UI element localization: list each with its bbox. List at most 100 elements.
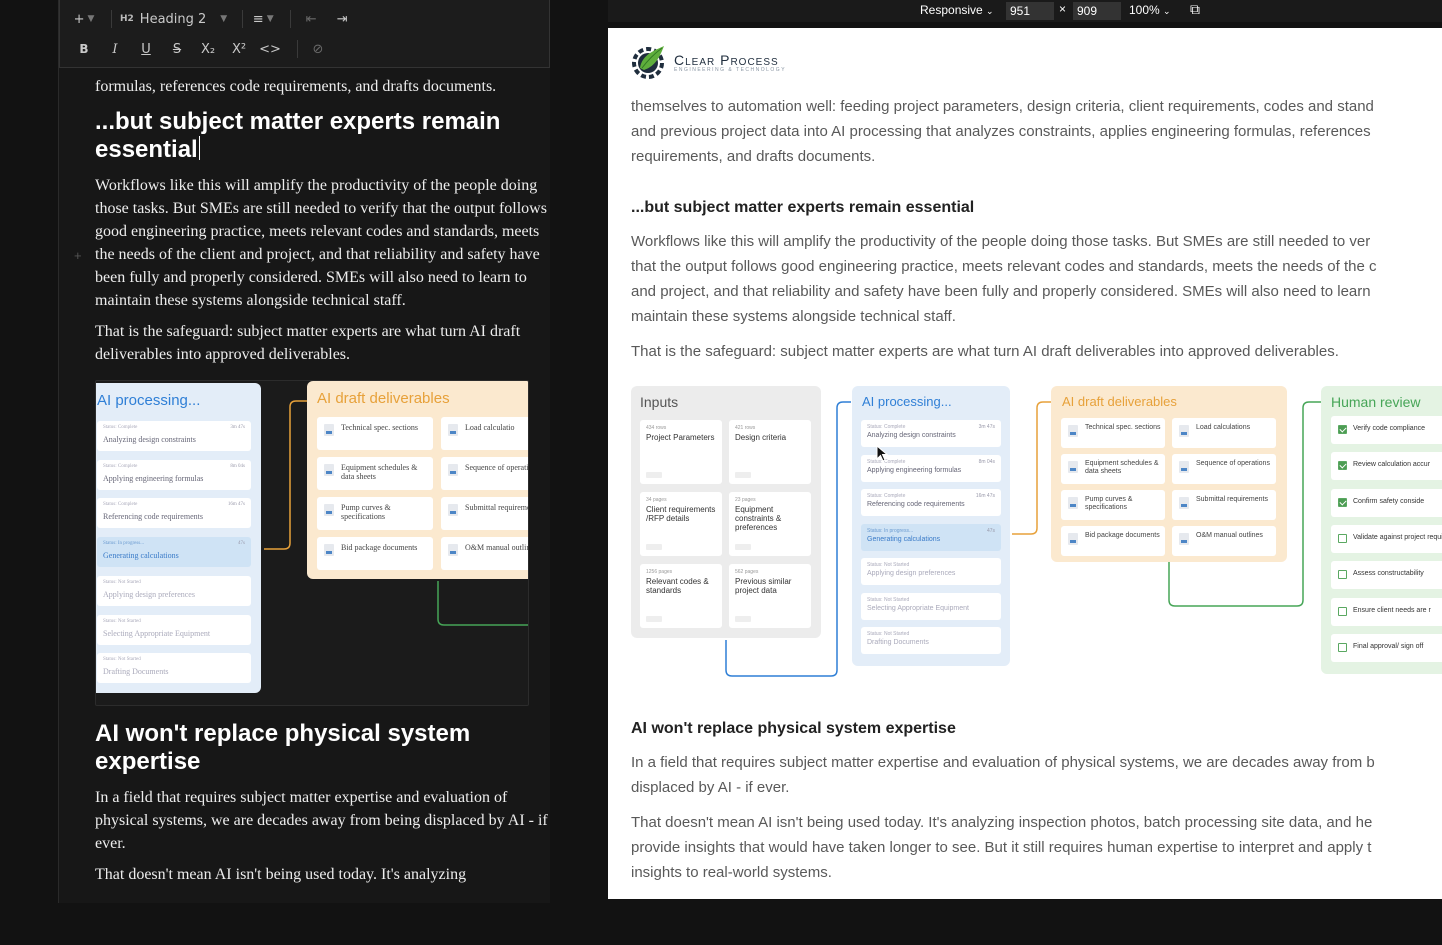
zoom-label: 100% <box>1129 3 1160 17</box>
input-size: 1256 pages <box>646 569 673 575</box>
strikethrough-button[interactable]: S <box>165 37 189 61</box>
deliverable-card[interactable]: Load calculatio <box>441 417 528 450</box>
diagram-image-editor[interactable]: AI processing... Status: Complete Analyzin… <box>95 380 529 706</box>
outdent-icon: ⇤ <box>305 11 317 27</box>
viewport-width-input[interactable]: 951 <box>1006 2 1054 20</box>
review-item[interactable]: Verify code compliance <box>1331 416 1442 444</box>
step-name: Generating calculations <box>103 551 179 561</box>
deliverable-card[interactable]: Technical spec. sections <box>1061 418 1165 448</box>
deliverable-card[interactable]: Bid package documents <box>1061 526 1165 556</box>
input-card[interactable]: 1256 pages Relevant codes & standards <box>640 564 722 628</box>
deliverable-card[interactable]: Load calculations <box>1172 418 1276 448</box>
input-card[interactable]: 434 rows Project Parameters <box>640 420 722 484</box>
process-step[interactable]: Status: In progress... Generating calcula… <box>97 537 251 568</box>
process-step[interactable]: Status: Not Started Selecting Appropriate… <box>861 592 1001 620</box>
process-step[interactable]: Status: Not Started Drafting Documents <box>861 627 1001 654</box>
review-item[interactable]: Confirm safety conside <box>1331 488 1442 517</box>
input-card[interactable]: 562 pages Previous similar project data <box>729 564 811 628</box>
preview-paragraph-analyzing: That doesn't mean AI isn't being used to… <box>631 810 1442 885</box>
deliverable-label: Technical spec. sections <box>1085 424 1161 431</box>
checkbox[interactable] <box>1338 570 1347 580</box>
process-step[interactable]: Status: Complete Analyzing design constra… <box>861 420 1001 447</box>
deliverable-label: Equipment schedules & data sheets <box>341 463 418 482</box>
line: maintain these systems alongside technic… <box>631 308 956 325</box>
superscript-button[interactable]: X² <box>227 37 251 61</box>
deliverable-card[interactable]: Technical spec. sections <box>317 417 433 450</box>
editor-document[interactable]: formulas, references code requirements, … <box>95 68 550 894</box>
deliverable-card[interactable]: Bid package documents <box>317 537 433 570</box>
checkbox[interactable] <box>1338 461 1347 471</box>
step-status: Status: Not Started <box>867 631 910 637</box>
input-card[interactable]: 34 pages Client requirements /RFP details <box>640 492 722 556</box>
text-cursor <box>198 136 200 160</box>
process-step[interactable]: Status: In progress... Generating calcula… <box>861 523 1001 551</box>
process-step[interactable]: Status: Complete Referencing code require… <box>861 489 1001 516</box>
step-name: Applying design preferences <box>103 589 195 599</box>
outdent-button[interactable]: ⇤ <box>299 7 323 31</box>
checkbox[interactable] <box>1338 642 1347 652</box>
deliverable-card[interactable]: Sequence of operations <box>1172 454 1276 484</box>
deliverable-card[interactable]: Submittal requirements <box>441 497 528 530</box>
deliverable-card[interactable]: Equipment schedules & data sheets <box>1061 454 1165 484</box>
process-step[interactable]: Status: Not Started Selecting Appropriate… <box>97 614 251 645</box>
deliverable-card[interactable]: Submittal requirements <box>1172 490 1276 520</box>
heading-select[interactable]: H2 Heading 2 ▼ <box>120 7 227 31</box>
deliverable-card[interactable]: Sequence of operations <box>441 457 528 490</box>
process-step[interactable]: Status: Not Started Drafting Documents <box>97 653 251 684</box>
checkbox[interactable] <box>1338 497 1347 507</box>
toolbar-divider <box>297 40 298 58</box>
step-name: Referencing code requirements <box>103 512 203 522</box>
align-button[interactable]: ≡ ▼ <box>251 7 275 31</box>
process-step[interactable]: Status: Complete Analyzing design constra… <box>97 421 251 451</box>
input-card[interactable]: 23 pages Equipment constraints & preferen… <box>729 492 811 556</box>
step-time: 8m 04s <box>978 458 995 465</box>
subscript-button[interactable]: X₂ <box>196 37 220 61</box>
checkbox[interactable] <box>1338 533 1347 543</box>
code-button[interactable]: <> <box>258 37 282 61</box>
indent-button[interactable]: ⇥ <box>330 7 354 31</box>
align-left-icon: ≡ <box>252 11 264 27</box>
responsive-select[interactable]: Responsive ⌄ <box>920 3 994 17</box>
diagram-image-preview[interactable]: Inputs 434 rows Project Parameters 421 rows… <box>631 384 1442 684</box>
deliverable-card[interactable]: Pump curves & specifications <box>1061 490 1165 520</box>
deliverable-card[interactable]: Equipment schedules & data sheets <box>317 457 433 490</box>
preview-paragraph-workflows: Workflows like this will amplify the pro… <box>631 229 1442 329</box>
review-column: Human review Verify code compliance Review… <box>1321 386 1442 674</box>
zoom-select[interactable]: 100% ⌄ <box>1129 3 1171 17</box>
input-card[interactable]: 421 rows Design criteria <box>729 420 811 484</box>
logo[interactable]: Clear Process ENGINEERING & TECHNOLOGY <box>630 42 785 87</box>
add-block-button[interactable]: + ▼ <box>72 7 96 31</box>
open-external-icon[interactable]: ⧉ <box>1190 1 1200 18</box>
process-step[interactable]: Status: Not Started Applying design prefe… <box>97 575 251 606</box>
checkbox[interactable] <box>1338 425 1347 434</box>
review-item[interactable]: Final approval/ sign off <box>1331 633 1442 662</box>
italic-button[interactable]: I <box>103 37 127 61</box>
input-size: 34 pages <box>646 497 667 503</box>
process-step[interactable]: Status: Not Started Applying design prefe… <box>861 558 1001 585</box>
step-status: Status: Not Started <box>103 618 141 624</box>
gutter-add-icon[interactable]: + <box>74 248 82 263</box>
deliverable-card[interactable]: Pump curves & specifications <box>317 497 433 530</box>
review-item[interactable]: Ensure client needs are r <box>1331 597 1442 626</box>
link-button[interactable]: ⊘ <box>306 37 330 61</box>
bold-button[interactable]: B <box>72 37 96 61</box>
checkbox[interactable] <box>1338 606 1347 616</box>
line: that the output follows good engineering… <box>631 258 1377 275</box>
heading-smes[interactable]: ...but subject matter experts remain ess… <box>95 108 550 164</box>
review-label: Validate against project requirements <box>1353 533 1442 541</box>
editor-pane: + ▼ H2 Heading 2 ▼ ≡ ▼ ⇤ ⇥ B I U S X₂ X² <> … <box>58 0 550 903</box>
review-item[interactable]: Assess constructability <box>1331 561 1442 590</box>
underline-button[interactable]: U <box>134 37 158 61</box>
deliverable-card[interactable]: O&M manual outlines <box>441 537 528 570</box>
step-time: 3m 47s <box>978 424 995 430</box>
review-item[interactable]: Review calculation accur <box>1331 452 1442 481</box>
step-status: Status: Complete <box>867 424 906 430</box>
review-item[interactable]: Validate against project requirements <box>1331 524 1442 553</box>
deliverable-card[interactable]: O&M manual outlines <box>1172 526 1276 556</box>
viewport-height-input[interactable]: 909 <box>1073 2 1121 20</box>
step-status: Status: In progress... <box>103 541 144 547</box>
process-step[interactable]: Status: Complete Referencing code require… <box>97 498 251 529</box>
process-step[interactable]: Status: Complete Applying engineering for… <box>97 459 251 490</box>
step-status: Status: Not Started <box>103 657 141 663</box>
line: and project, and that reliability and sa… <box>631 283 1371 300</box>
